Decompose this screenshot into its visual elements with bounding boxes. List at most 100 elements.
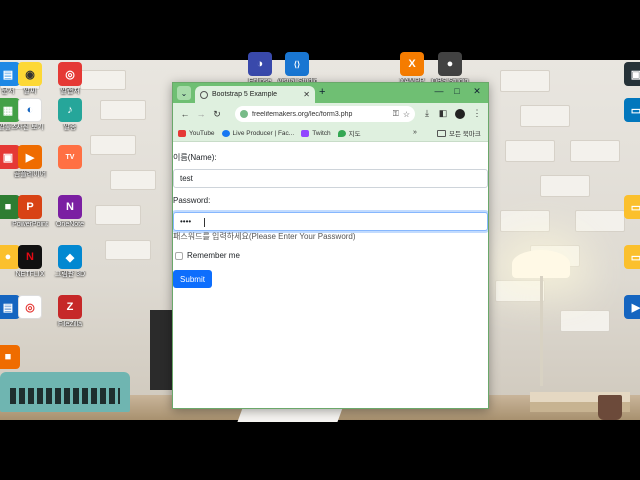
wall-brick <box>500 210 550 232</box>
desktop-icon[interactable]: ▭ <box>616 98 640 124</box>
bookmark-label: Live Producer | Fac... <box>232 129 295 137</box>
desktop-icon[interactable]: XXAMPP <box>392 52 432 86</box>
desktop-icon[interactable]: ♪ 알송 <box>50 98 90 132</box>
desktop-icon[interactable]: ▶ 곰플레이어 <box>10 145 50 179</box>
desktop-icon[interactable]: ■ <box>0 345 28 371</box>
bookmark-twitch[interactable]: Twitch <box>301 129 331 137</box>
close-tab-icon[interactable]: ✕ <box>303 90 310 99</box>
reload-icon[interactable]: ↻ <box>209 109 225 120</box>
tab-search-icon[interactable]: ⌄ <box>177 86 191 100</box>
obs-icon: ● <box>438 52 462 76</box>
lamp-shade <box>512 250 570 278</box>
maps-pin-icon <box>337 129 346 137</box>
site-info-icon[interactable] <box>240 110 248 118</box>
back-arrow-icon[interactable]: ← <box>177 109 193 119</box>
twitch-icon <box>301 129 310 137</box>
browser-tab[interactable]: Bootstrap 5 Example ✕ <box>195 86 315 103</box>
profile-avatar[interactable] <box>455 109 465 119</box>
desktop-icon[interactable]: ◑Eclipse <box>240 52 280 86</box>
side-panel-icon[interactable]: ◧ <box>437 108 449 119</box>
new-tab-button[interactable]: + <box>319 86 325 98</box>
desktop-icon[interactable]: Z FileZilla <box>50 295 90 329</box>
desktop-icon[interactable]: N NETFLIX <box>10 245 50 279</box>
password-input[interactable]: •••• <box>173 212 488 231</box>
alcapture-icon: ◎ <box>58 62 82 86</box>
youtube-icon <box>178 129 186 137</box>
bookmark-star-icon[interactable]: ☆ <box>403 110 410 119</box>
desktop-icon[interactable]: ◉ 알씨 <box>10 62 50 96</box>
globe-icon <box>200 90 208 99</box>
folder-icon: ▭ <box>624 195 640 219</box>
bookmark-live-producer[interactable]: Live Producer | Fac... <box>221 129 295 137</box>
bookmark-label: Twitch <box>312 129 331 137</box>
bookmark-label: YouTube <box>189 129 215 137</box>
screen: ▤ 문서 ◉ 알씨 ◎ 알캡처 ▦ 알툴즈 ◐ 사진 보기 ♪ 알송 ▣ ▶ 곰플레이어 TV… <box>0 0 640 480</box>
wall-brick <box>95 205 141 225</box>
media-app-icon: ▶ <box>624 295 640 319</box>
desktop-icon[interactable]: ◎ <box>10 295 50 321</box>
xampp-icon: X <box>400 52 424 76</box>
desktop-icon-label: 그림판 3D <box>54 271 86 278</box>
close-window-button[interactable]: ✕ <box>470 86 484 97</box>
folder-icon: ▭ <box>624 245 640 269</box>
desktop-icon-label: NETFLIX <box>15 271 45 278</box>
more-bookmarks-icon[interactable]: » <box>413 129 417 136</box>
desktop-icon-label: 사진 보기 <box>16 124 44 131</box>
bookmarks-bar: YouTube Live Producer | Fac... Twitch 지도… <box>173 125 488 142</box>
remember-me-checkbox[interactable]: Remember me <box>175 251 240 260</box>
password-key-icon[interactable]: ⚿ <box>393 109 399 119</box>
powerpoint-icon: P <box>18 195 42 219</box>
desktop-icon-label: FileZilla <box>57 321 83 328</box>
submit-button[interactable]: Submit <box>173 270 212 288</box>
bookmark-maps[interactable]: 지도 <box>337 128 361 138</box>
address-bar[interactable]: freelifemakers.org/lec/form3.php ⚿ ☆ <box>235 106 415 122</box>
eclipse-icon: ◑ <box>248 52 272 76</box>
name-label: 이름(Name): <box>173 153 217 162</box>
donut-app-icon: ◎ <box>18 295 42 319</box>
all-bookmarks-label: 모든 북마크 <box>449 131 481 138</box>
wall-brick <box>560 310 610 332</box>
alsong-icon: ♪ <box>58 98 82 122</box>
checkbox-box[interactable] <box>175 251 183 260</box>
desktop-icon[interactable]: N OneNote <box>50 195 90 229</box>
desktop-icon-label: OneNote <box>55 221 85 228</box>
remember-me-label: Remember me <box>187 251 240 260</box>
password-input-value: •••• <box>180 217 192 226</box>
gomtv-icon: TV <box>58 145 82 169</box>
all-bookmarks-button[interactable]: 모든 북마크 <box>437 128 481 138</box>
desktop-icon[interactable]: ◎ 알캡처 <box>50 62 90 96</box>
desktop-icon[interactable]: ●OBS Studio <box>430 52 470 86</box>
desktop-icon[interactable]: ▶ <box>616 295 640 321</box>
photo-viewer-icon: ◐ <box>18 98 42 122</box>
url-text: freelifemakers.org/lec/form3.php <box>252 110 353 118</box>
maximize-button[interactable]: □ <box>450 86 464 96</box>
minimize-button[interactable]: — <box>432 86 446 96</box>
forward-arrow-icon[interactable]: → <box>193 109 209 119</box>
more-menu-icon[interactable]: ⋮ <box>471 108 483 119</box>
name-input[interactable]: test <box>173 169 488 188</box>
bookmark-youtube[interactable]: YouTube <box>178 129 215 137</box>
password-help-text: 패스워드를 입력하세요(Please Enter Your Password) <box>173 232 356 241</box>
facebook-icon <box>221 129 230 137</box>
gomplayer-icon: ▶ <box>18 145 42 169</box>
wall-brick <box>110 170 156 190</box>
desktop-icon[interactable]: ▭ <box>616 245 640 271</box>
desktop-icon[interactable]: ▣ <box>616 62 640 88</box>
desktop-icon[interactable]: ▭ <box>616 195 640 221</box>
download-icon[interactable]: ⤓ <box>421 108 433 119</box>
desktop-icon[interactable]: P PowerPoint <box>10 195 50 229</box>
monitor-app-icon: ▭ <box>624 98 640 122</box>
netflix-icon: N <box>18 245 42 269</box>
wall-brick <box>100 100 146 120</box>
wall-brick <box>540 175 590 197</box>
wall-brick <box>570 140 620 162</box>
desktop-icon[interactable]: ◐ 사진 보기 <box>10 98 50 132</box>
desktop-icon-label: PowerPoint <box>12 221 48 228</box>
onenote-icon: N <box>58 195 82 219</box>
desktop-icon[interactable]: ◆ 그림판 3D <box>50 245 90 279</box>
wall-brick <box>105 240 151 260</box>
desktop-icon[interactable]: TV <box>50 145 90 171</box>
desktop-icon[interactable]: ⟨⟩Visual Studio Code <box>277 52 317 86</box>
title-bar[interactable]: ⌄ Bootstrap 5 Example ✕ + — □ ✕ <box>173 83 488 103</box>
filezilla-icon: Z <box>58 295 82 319</box>
